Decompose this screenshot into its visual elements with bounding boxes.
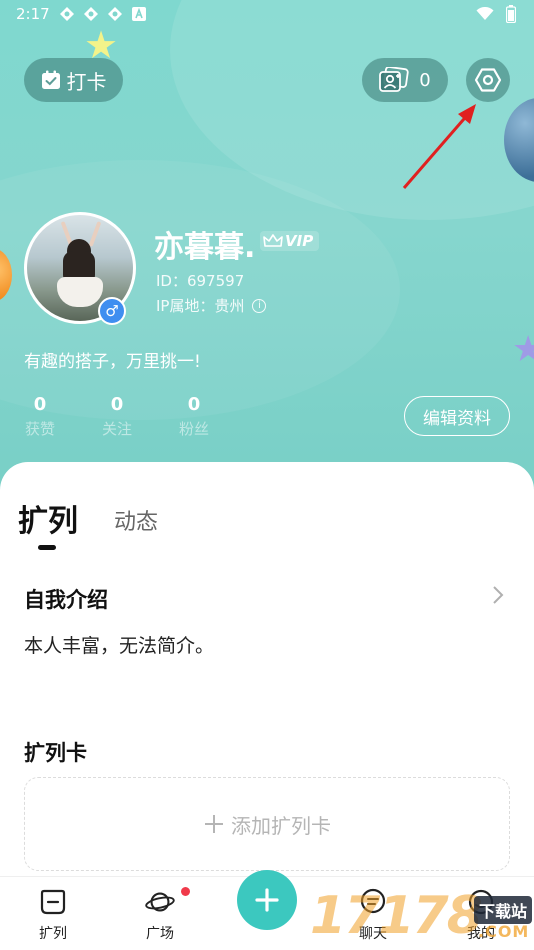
gender-male-icon: ♂ bbox=[98, 297, 126, 325]
vip-badge[interactable]: VIP bbox=[260, 231, 320, 251]
notification-icons bbox=[58, 5, 148, 23]
visitors-button[interactable]: 0 bbox=[362, 58, 448, 102]
stat-following[interactable]: 0 关注 bbox=[97, 394, 137, 439]
add-card-label: 添加扩列卡 bbox=[231, 813, 331, 838]
status-time: 2:17 bbox=[16, 5, 50, 23]
chevron-right-icon[interactable] bbox=[490, 584, 506, 606]
checkin-button[interactable]: 打卡 bbox=[24, 58, 123, 102]
settings-hexagon-icon bbox=[474, 68, 502, 92]
tab-dongtai[interactable]: 动态 bbox=[114, 504, 158, 536]
ip-location-text: IP属地：贵州 bbox=[156, 297, 245, 315]
settings-button[interactable] bbox=[466, 58, 510, 102]
vip-label: VIP bbox=[285, 232, 314, 250]
visitor-count: 0 bbox=[419, 69, 431, 91]
info-icon[interactable]: i bbox=[252, 298, 267, 313]
app-notification-icon bbox=[106, 5, 124, 23]
notification-dot bbox=[181, 887, 190, 896]
font-a-icon bbox=[130, 5, 148, 23]
avatar-detail bbox=[57, 277, 103, 307]
annotation-arrow-icon bbox=[402, 104, 476, 189]
stat-value: 0 bbox=[110, 394, 124, 415]
profile-name: 亦暮暮. bbox=[154, 230, 256, 265]
nav-label: 广场 bbox=[146, 926, 174, 942]
chat-bubble-icon bbox=[358, 887, 388, 917]
nav-label: 聊天 bbox=[359, 926, 387, 942]
star-decoration-icon: ★ bbox=[512, 329, 534, 370]
avatar-detail bbox=[88, 221, 102, 247]
checkin-label: 打卡 bbox=[66, 69, 107, 94]
stat-value: 0 bbox=[187, 394, 201, 415]
plus-icon bbox=[205, 815, 223, 833]
stat-label: 关注 bbox=[101, 420, 132, 438]
stat-label: 粉丝 bbox=[178, 420, 209, 438]
battery-icon bbox=[502, 5, 520, 23]
user-id: ID：697597 bbox=[156, 272, 245, 290]
nav-item-kuolie[interactable]: 扩列 bbox=[23, 887, 83, 943]
ip-location: IP属地：贵州 i bbox=[156, 295, 267, 316]
stat-label: 获赞 bbox=[24, 420, 55, 438]
status-bar: 2:17 bbox=[0, 0, 534, 28]
profile-icon bbox=[466, 887, 496, 917]
stat-fans[interactable]: 0 粉丝 bbox=[174, 394, 214, 439]
add-card-button[interactable]: 添加扩列卡 bbox=[24, 777, 510, 871]
stat-likes[interactable]: 0 获赞 bbox=[20, 394, 60, 439]
calendar-check-icon bbox=[41, 70, 60, 89]
tab-kuolie[interactable]: 扩列 bbox=[18, 496, 78, 540]
intro-section-title[interactable]: 自我介绍 bbox=[24, 584, 108, 614]
kuolie-icon bbox=[38, 887, 68, 917]
wifi-icon bbox=[476, 5, 494, 23]
create-post-button[interactable] bbox=[237, 870, 297, 930]
nav-item-guangchang[interactable]: 广场 bbox=[130, 887, 190, 943]
tab-indicator bbox=[38, 545, 56, 550]
crown-icon bbox=[263, 234, 283, 247]
planet-icon bbox=[145, 887, 190, 917]
profile-bio: 有趣的搭子，万里挑一! bbox=[24, 352, 201, 372]
add-friend-card-icon bbox=[379, 67, 409, 92]
stat-value: 0 bbox=[33, 394, 47, 415]
edit-profile-button[interactable]: 编辑资料 bbox=[404, 396, 510, 436]
intro-text: 本人丰富，无法简介。 bbox=[24, 635, 215, 657]
nav-label: 我的 bbox=[467, 926, 495, 942]
nav-item-liaotian[interactable]: 聊天 bbox=[343, 887, 403, 943]
plus-icon bbox=[255, 888, 279, 912]
nav-item-wode[interactable]: 我的 bbox=[451, 887, 511, 943]
app-notification-icon bbox=[82, 5, 100, 23]
system-status-icons bbox=[476, 5, 520, 23]
nav-label: 扩列 bbox=[39, 926, 67, 942]
app-notification-icon bbox=[58, 5, 76, 23]
card-section-title: 扩列卡 bbox=[24, 741, 87, 765]
